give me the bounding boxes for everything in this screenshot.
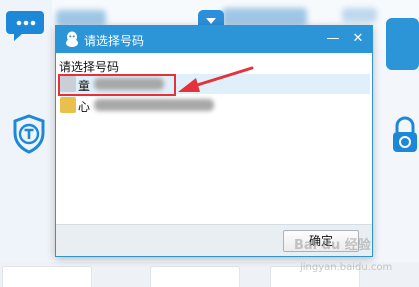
blurred-header-text <box>56 10 106 26</box>
select-account-dialog: 请选择号码 — ✕ 请选择号码 童 心 确定 <box>55 25 373 257</box>
background-side-tab-icon <box>386 18 419 70</box>
qq-penguin-icon <box>64 31 80 48</box>
background-footer-cell <box>2 266 92 287</box>
account-name: 心 <box>78 100 91 114</box>
blurred-header-text <box>342 8 377 22</box>
minimize-button[interactable]: — <box>324 30 342 48</box>
watermark-brand: Bai du 经验 <box>294 238 371 253</box>
highlight-box <box>58 74 176 96</box>
blurred-header-text <box>222 8 307 26</box>
lock-icon[interactable] <box>390 114 419 156</box>
avatar <box>60 97 76 113</box>
shield-icon[interactable] <box>12 114 46 154</box>
select-prompt-label: 请选择号码 <box>59 60 120 74</box>
background-footer-cell <box>150 266 240 287</box>
close-button[interactable]: ✕ <box>349 30 367 48</box>
masked-account-number <box>94 99 214 111</box>
annotation-arrow <box>174 64 256 98</box>
chat-bubble-icon[interactable] <box>6 8 46 42</box>
dialog-title-bar[interactable]: 请选择号码 — ✕ <box>56 26 372 53</box>
watermark-url: jingyan.baidu.com <box>300 262 393 273</box>
baidu-jingyan-watermark: Bai du 经验 jingyan.baidu.com <box>292 228 417 284</box>
dialog-title: 请选择号码 <box>84 34 145 48</box>
